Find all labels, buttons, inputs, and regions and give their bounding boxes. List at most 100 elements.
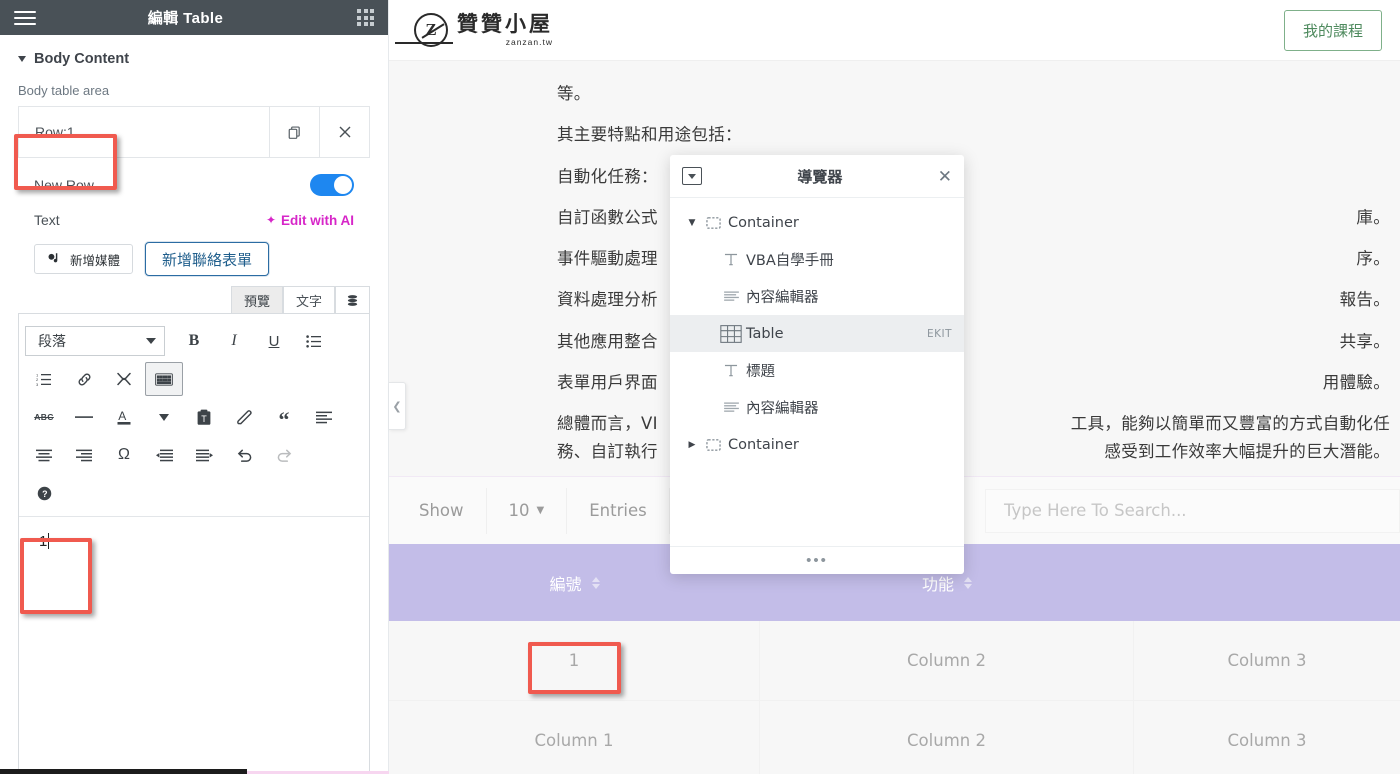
navigator-item-heading-2[interactable]: ▶ 標題 bbox=[670, 352, 964, 389]
undo-icon[interactable] bbox=[225, 438, 263, 472]
wysiwyg-editor: 段落 B I U 123 ABC A T “ Ω ? 1 bbox=[18, 314, 370, 774]
entries-count-select[interactable]: 10 ▼ bbox=[487, 487, 568, 534]
duplicate-icon[interactable] bbox=[269, 107, 319, 157]
sort-icon bbox=[591, 576, 600, 589]
paragraph-format-value: 段落 bbox=[38, 333, 66, 349]
table-cell[interactable]: Column 2 bbox=[760, 621, 1134, 700]
chevron-left-icon: ❮ bbox=[392, 400, 402, 413]
chevron-right-icon[interactable]: ▶ bbox=[684, 440, 700, 450]
table-header-cell[interactable] bbox=[1134, 544, 1400, 621]
text-color-icon[interactable]: A bbox=[105, 400, 143, 434]
navigator-item-label: Container bbox=[728, 214, 799, 231]
redo-icon[interactable] bbox=[265, 438, 303, 472]
navigator-item-table[interactable]: ▶ Table EKIT bbox=[670, 315, 964, 352]
numbered-list-icon[interactable]: 123 bbox=[25, 362, 63, 396]
table-cell[interactable]: 1 bbox=[389, 621, 760, 700]
article-line-left: 總體而言，VI bbox=[557, 414, 658, 434]
editor-content-area[interactable]: 1 bbox=[19, 516, 369, 746]
toolbar-row-3: ABC A T “ bbox=[25, 398, 363, 436]
editor-action-buttons: 新增媒體 新增聯絡表單 bbox=[18, 238, 370, 276]
navigator-resize-handle[interactable]: ••• bbox=[670, 546, 964, 574]
table-cell[interactable]: Column 3 bbox=[1134, 701, 1400, 774]
navigator-item-heading[interactable]: ▶ VBA自學手冊 bbox=[670, 241, 964, 278]
special-character-icon[interactable]: Ω bbox=[105, 438, 143, 472]
navigator-item-label: VBA自學手冊 bbox=[746, 253, 834, 269]
new-row-toggle[interactable] bbox=[310, 174, 354, 196]
table-icon bbox=[718, 324, 744, 343]
text-field-row: Text ✦ Edit with AI bbox=[18, 206, 370, 238]
add-contact-form-button[interactable]: 新增聯絡表單 bbox=[145, 242, 270, 276]
navigator-item-text-editor[interactable]: ▶ 內容編輯器 bbox=[670, 278, 964, 315]
align-center-icon[interactable] bbox=[25, 438, 63, 472]
navigator-header: 導覽器 ✕ bbox=[670, 155, 964, 198]
screen-root: 編輯 Table Body Content Body table area Ro… bbox=[0, 0, 1400, 774]
container-icon bbox=[700, 438, 726, 451]
navigator-item-container-2[interactable]: ▶ Container bbox=[670, 426, 964, 463]
article-line-left: 表單用戶界面 bbox=[557, 372, 658, 392]
article-line-left: 自訂函數公式 bbox=[557, 207, 658, 227]
clear-formatting-icon[interactable] bbox=[225, 400, 263, 434]
paste-text-icon[interactable]: T bbox=[185, 400, 223, 434]
table-row: Column 1 Column 2 Column 3 bbox=[389, 701, 1400, 774]
edit-with-ai-button[interactable]: ✦ Edit with AI bbox=[266, 213, 354, 228]
help-icon[interactable]: ? bbox=[25, 476, 63, 510]
article-line-left: 其他應用整合 bbox=[557, 331, 658, 351]
my-courses-button[interactable]: 我的課程 bbox=[1283, 9, 1382, 51]
heading-icon bbox=[718, 253, 744, 266]
color-dropdown-icon[interactable] bbox=[145, 400, 183, 434]
svg-text:?: ? bbox=[42, 488, 47, 498]
outdent-icon[interactable] bbox=[145, 438, 183, 472]
entries-length-control: Show 10 ▼ Entries bbox=[397, 487, 670, 534]
align-left-icon[interactable] bbox=[305, 400, 343, 434]
layers-icon[interactable] bbox=[335, 286, 370, 313]
panel-title: 編輯 Table bbox=[147, 10, 224, 27]
keyboard-icon[interactable] bbox=[145, 362, 183, 396]
more-toggle-icon[interactable] bbox=[105, 362, 143, 396]
navigator-tree: ▼ Container ▶ VBA自學手冊 ▶ bbox=[670, 198, 964, 546]
chevron-down-icon bbox=[146, 338, 156, 344]
tab-preview[interactable]: 預覽 bbox=[230, 286, 283, 313]
close-icon[interactable]: ✕ bbox=[938, 168, 952, 185]
chevron-down-icon bbox=[18, 56, 26, 62]
table-search-input[interactable]: Type Here To Search... bbox=[985, 488, 1400, 533]
container-icon bbox=[700, 216, 726, 229]
toolbar-row-2: 123 bbox=[25, 360, 363, 398]
table-cell[interactable]: Column 2 bbox=[760, 701, 1134, 774]
article-line-right: 序。 bbox=[1356, 249, 1390, 269]
new-row-toggle-row: New Row bbox=[18, 158, 370, 206]
site-logo[interactable]: Z 贊贊小屋 zanzan.tw bbox=[395, 11, 553, 47]
add-media-button[interactable]: 新增媒體 bbox=[34, 244, 134, 274]
indent-icon[interactable] bbox=[185, 438, 223, 472]
grid-apps-icon[interactable] bbox=[357, 9, 374, 26]
navigator-item-container[interactable]: ▼ Container bbox=[670, 204, 964, 241]
edit-with-ai-label: Edit with AI bbox=[281, 212, 354, 228]
link-icon[interactable] bbox=[65, 362, 103, 396]
repeater-row-item[interactable]: Row:1 bbox=[18, 106, 370, 158]
navigator-item-label: Container bbox=[728, 436, 799, 453]
bulleted-list-icon[interactable] bbox=[295, 324, 333, 358]
navigator-item-label: 內容編輯器 bbox=[746, 401, 819, 417]
table-header-label: 編號 bbox=[549, 574, 582, 594]
panel-header: 編輯 Table bbox=[0, 0, 388, 35]
panel-collapse-toggle[interactable]: ❮ bbox=[389, 382, 406, 430]
horizontal-rule-icon[interactable] bbox=[65, 400, 103, 434]
table-header-label: 功能 bbox=[921, 574, 954, 594]
underline-icon[interactable]: U bbox=[255, 324, 293, 358]
blockquote-icon[interactable]: “ bbox=[265, 400, 303, 434]
navigator-item-text-editor-2[interactable]: ▶ 內容編輯器 bbox=[670, 389, 964, 426]
tab-text[interactable]: 文字 bbox=[282, 286, 335, 313]
italic-icon[interactable]: I bbox=[215, 324, 253, 358]
navigator-item-label: Table bbox=[746, 325, 784, 342]
bold-icon[interactable]: B bbox=[175, 324, 213, 358]
table-cell[interactable]: Column 3 bbox=[1134, 621, 1400, 700]
editor-view-tabs: 預覽 文字 bbox=[18, 286, 370, 314]
align-right-icon[interactable] bbox=[65, 438, 103, 472]
close-icon[interactable] bbox=[319, 107, 369, 157]
table-cell[interactable]: Column 1 bbox=[389, 701, 760, 774]
chevron-down-icon[interactable]: ▼ bbox=[684, 218, 700, 228]
strikethrough-icon[interactable]: ABC bbox=[25, 400, 63, 434]
paragraph-format-select[interactable]: 段落 bbox=[25, 326, 165, 356]
dropdown-box-icon[interactable] bbox=[682, 167, 702, 185]
section-body-content[interactable]: Body Content bbox=[0, 35, 388, 77]
logo-name: 贊贊小屋 bbox=[457, 11, 553, 36]
